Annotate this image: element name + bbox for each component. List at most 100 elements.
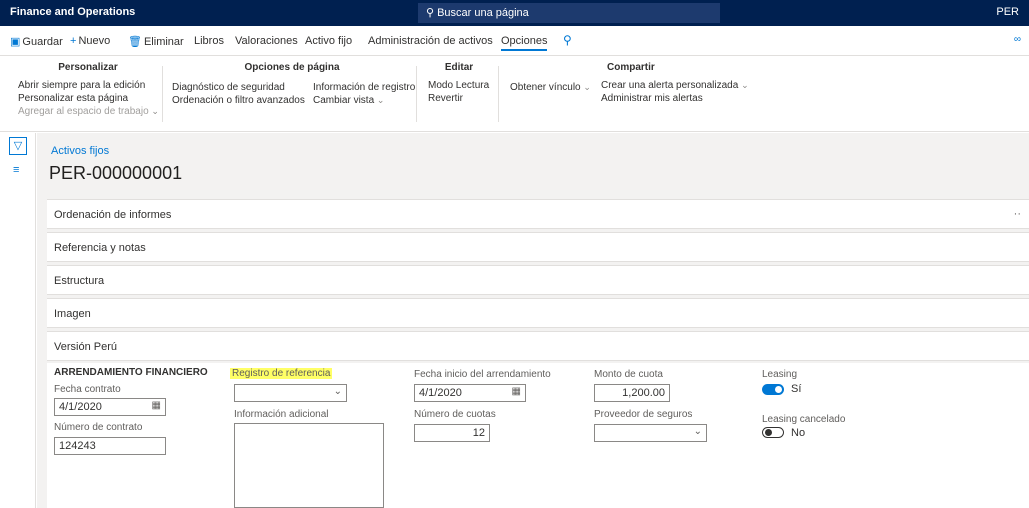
group-obtener-vinculo: Obtener vínculo ⌄ [510,81,591,94]
action-pane: ▣ Guardar + Nuevo 🗑 Eliminar Libros Valorac… [0,26,1029,56]
fasttab-label: Ordenación de informes [54,209,172,221]
chevron-down-icon: ⌄ [151,106,159,116]
divider [498,66,499,122]
chevron-down-icon: ⌄ [741,80,749,90]
proveedor-seguros-select[interactable]: ⌄ [594,424,707,442]
group-title: Opciones de página [244,62,340,73]
chevron-down-icon: ⌄ [693,426,702,437]
ribbon-item-ordenacion-filtro[interactable]: Ordenación o filtro avanzados [172,94,305,107]
fasttab-label: Estructura [54,275,105,287]
tab-opciones[interactable]: Opciones [501,35,548,51]
ribbon-item-administrar-alertas[interactable]: Administrar mis alertas [601,92,781,105]
ribbon-item-cambiar-vista[interactable]: Cambiar vista ⌄ [313,94,415,107]
ribbon-options: Personalizar Abrir siempre para la edici… [0,56,1029,132]
monto-cuota-value: 1,200.00 [622,387,665,399]
leasing-cancelado-value: No [791,427,806,439]
new-button[interactable]: + Nuevo [70,35,110,47]
fasttab-label: Versión Perú [54,341,117,353]
fecha-inicio-label: Fecha inicio del arrendamiento [414,369,551,380]
fasttab-referencia-notas[interactable]: Referencia y notas [47,232,1029,262]
calendar-icon[interactable]: ▦ [152,400,161,411]
action-search-icon[interactable]: ⚲ [563,33,572,47]
ribbon-item-crear-alerta[interactable]: Crear una alerta personalizada ⌄ [601,79,781,92]
plus-icon: + [70,35,77,47]
numero-cuotas-value: 12 [472,427,485,439]
group-editar: Editar Modo Lectura Revertir [428,62,490,105]
ribbon-item-modo-lectura[interactable]: Modo Lectura [428,79,490,92]
divider [162,66,163,122]
fecha-contrato-field[interactable]: 4/1/2020 ▦ [54,398,166,416]
chevron-down-icon: ⌄ [583,82,591,92]
search-placeholder: Buscar una página [437,7,529,19]
fasttab-version-peru[interactable]: Versión Perú [47,331,1029,361]
group-title: Editar [444,62,474,73]
ribbon-item-revertir[interactable]: Revertir [428,92,490,105]
ribbon-item-obtener-vinculo[interactable]: Obtener vínculo ⌄ [510,81,591,94]
ribbon-item-personalizar-pagina[interactable]: Personalizar esta página [18,92,158,105]
company-picker[interactable]: PER [996,6,1019,18]
group-title: Compartir [607,62,655,73]
fecha-contrato-value: 4/1/2020 [59,401,102,413]
search-icon: ⚲ [426,7,435,19]
tab-activo-fijo[interactable]: Activo fijo [305,35,352,47]
more-icon[interactable]: ·· [1014,208,1021,220]
fecha-contrato-label: Fecha contrato [54,384,121,395]
leasing-toggle[interactable] [762,384,784,395]
fecha-inicio-value: 4/1/2020 [419,387,462,399]
version-peru-panel: ARRENDAMIENTO FINANCIERO Fecha contrato … [47,363,1029,508]
calendar-icon[interactable]: ▦ [512,386,521,397]
divider [416,66,417,122]
section-title: ARRENDAMIENTO FINANCIERO [54,367,208,378]
delete-button[interactable]: 🗑 Eliminar [128,35,184,48]
chevron-down-icon: ⌄ [376,95,385,105]
list-icon[interactable]: ≡ [13,164,19,176]
tab-valoraciones[interactable]: Valoraciones [235,35,298,47]
group-personalizar: Personalizar Abrir siempre para la edici… [18,62,159,118]
save-icon: ▣ [10,36,21,48]
leasing-label: Leasing [762,369,798,380]
chevron-down-icon: ⌄ [333,386,342,397]
link-icon[interactable]: ∞ [1014,34,1021,45]
group-title: Personalizar [58,62,118,73]
breadcrumb[interactable]: Activos fijos [51,145,109,157]
page-search-box[interactable]: ⚲ Buscar una página [418,3,720,23]
fasttab-estructura[interactable]: Estructura [47,265,1029,295]
registro-referencia-select[interactable]: ⌄ [234,384,347,402]
numero-cuotas-label: Número de cuotas [414,409,496,420]
tab-libros[interactable]: Libros [194,35,224,47]
ribbon-item-diagnostico-seguridad[interactable]: Diagnóstico de seguridad [172,81,305,94]
info-adicional-label: Información adicional [234,409,329,420]
tab-administracion-activos[interactable]: Administración de activos [368,35,493,47]
save-button[interactable]: ▣ Guardar [10,35,63,48]
top-nav-bar: Finance and Operations ⚲ Buscar una págin… [0,0,1029,26]
monto-cuota-label: Monto de cuota [594,369,663,380]
proveedor-seguros-label: Proveedor de seguros [594,409,693,420]
fasttab-ordenacion-informes[interactable]: Ordenación de informes ·· [47,199,1029,229]
fasttab-label: Referencia y notas [54,242,146,254]
fecha-inicio-field[interactable]: 4/1/2020 ▦ [414,384,526,402]
fasttab-label: Imagen [54,308,91,320]
leasing-cancelado-toggle[interactable] [762,427,784,438]
numero-contrato-field[interactable]: 124243 [54,437,166,455]
registro-referencia-label: Registro de referencia [230,368,333,379]
trash-icon: 🗑 [128,36,142,48]
info-adicional-textarea[interactable] [234,423,384,508]
app-title[interactable]: Finance and Operations [10,6,135,18]
numero-contrato-value: 124243 [59,440,96,452]
monto-cuota-field[interactable]: 1,200.00 [594,384,670,402]
ribbon-item-agregar-espacio[interactable]: Agregar al espacio de trabajo ⌄ [18,105,159,118]
group-compartir: Compartir Crear una alerta personalizada… [601,62,781,105]
leasing-value: Sí [791,383,802,395]
numero-cuotas-field[interactable]: 12 [414,424,490,442]
nav-rail: ▽ ≡ [0,133,36,508]
fasttab-imagen[interactable]: Imagen [47,298,1029,328]
leasing-cancelado-label: Leasing cancelado [762,414,846,425]
group-opciones-pagina: Opciones de página Diagnóstico de seguri… [172,62,415,106]
main-content: Ordenación de informes ·· Referencia y n… [37,191,1029,508]
ribbon-item-informacion-registro[interactable]: Información de registro [313,81,415,94]
page-header: Activos fijos PER-000000001 [37,133,1029,191]
page-title: PER-000000001 [49,163,183,183]
numero-contrato-label: Número de contrato [54,422,143,433]
filter-icon[interactable]: ▽ [9,137,27,155]
ribbon-item-abrir-edicion[interactable]: Abrir siempre para la edición [18,79,158,92]
